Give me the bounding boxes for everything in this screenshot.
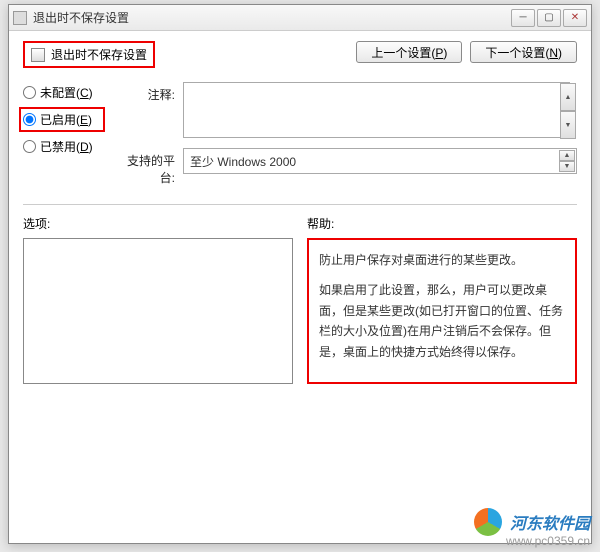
app-icon	[13, 11, 27, 25]
radio-disabled-input[interactable]	[23, 140, 36, 153]
radio-not-configured[interactable]: 未配置(C)	[23, 84, 101, 101]
platform-scroll-up[interactable]: ▲	[559, 150, 575, 161]
maximize-button[interactable]: ▢	[537, 9, 561, 27]
policy-title-text: 退出时不保存设置	[51, 46, 147, 63]
comment-scroll-down[interactable]: ▼	[560, 111, 576, 139]
platform-label: 支持的平台:	[117, 148, 175, 186]
help-label: 帮助:	[307, 215, 577, 232]
close-button[interactable]: ✕	[563, 9, 587, 27]
comment-label: 注释:	[117, 82, 175, 103]
comment-textarea[interactable]	[183, 82, 570, 138]
radio-not-configured-input[interactable]	[23, 86, 36, 99]
help-paragraph-1: 防止用户保存对桌面进行的某些更改。	[319, 250, 565, 270]
radio-enabled[interactable]: 已启用(E)	[19, 107, 105, 132]
window-controls: ─ ▢ ✕	[511, 9, 587, 27]
comment-scroll-up[interactable]: ▲	[560, 83, 576, 111]
help-paragraph-2: 如果启用了此设置，那么，用户可以更改桌面，但是某些更改(如已打开窗口的位置、任务…	[319, 280, 565, 362]
help-panel: 防止用户保存对桌面进行的某些更改。 如果启用了此设置，那么，用户可以更改桌面，但…	[307, 238, 577, 384]
watermark-logo-icon	[474, 508, 502, 536]
platform-scroll-down[interactable]: ▼	[559, 161, 575, 172]
next-setting-button[interactable]: 下一个设置(N)	[470, 41, 577, 63]
minimize-button[interactable]: ─	[511, 9, 535, 27]
watermark-url: www.pc0359.cn	[474, 534, 590, 548]
window-title: 退出时不保存设置	[33, 9, 511, 26]
watermark: 河东软件园 www.pc0359.cn	[474, 508, 590, 548]
policy-title: 退出时不保存设置	[23, 41, 155, 68]
watermark-brand: 河东软件园	[510, 510, 590, 534]
titlebar[interactable]: 退出时不保存设置 ─ ▢ ✕	[9, 5, 591, 31]
radio-enabled-input[interactable]	[23, 113, 36, 126]
previous-setting-button[interactable]: 上一个设置(P)	[356, 41, 462, 63]
dialog-window: 退出时不保存设置 ─ ▢ ✕ 退出时不保存设置 上一个设置(P) 下一个设置(N…	[8, 4, 592, 544]
radio-group: 未配置(C) 已启用(E) 已禁用(D)	[23, 82, 101, 155]
policy-icon	[31, 48, 45, 62]
divider	[23, 204, 577, 205]
dialog-content: 退出时不保存设置 上一个设置(P) 下一个设置(N) 未配置(C) 已启用(E)	[9, 31, 591, 394]
platform-value: 至少 Windows 2000	[190, 153, 296, 170]
options-label: 选项:	[23, 215, 293, 232]
options-panel	[23, 238, 293, 384]
platform-field: 至少 Windows 2000 ▲ ▼	[183, 148, 577, 174]
radio-disabled[interactable]: 已禁用(D)	[23, 138, 101, 155]
